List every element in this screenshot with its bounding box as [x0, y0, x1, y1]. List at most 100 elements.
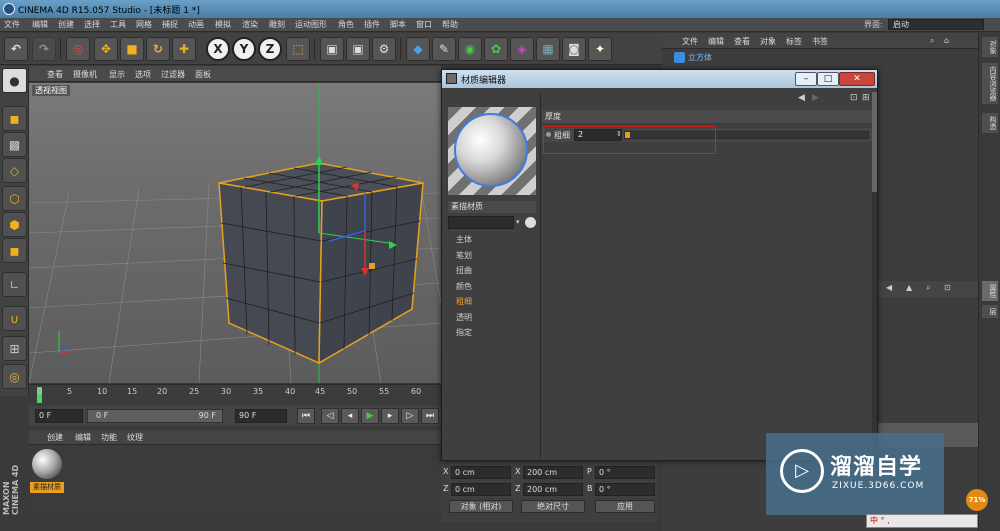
redo-icon[interactable]: ↷: [32, 37, 56, 61]
menu-file[interactable]: 文件: [4, 19, 20, 30]
material-thumbnail-label[interactable]: 素描材质: [30, 482, 64, 493]
frame-range-slider[interactable]: 0 F 90 F: [87, 409, 223, 423]
menu-tools[interactable]: 工具: [110, 19, 126, 30]
om-menu-edit[interactable]: 编辑: [708, 36, 724, 47]
render-picture-viewer-icon[interactable]: ▣: [346, 37, 370, 61]
coord-mode-dropdown[interactable]: 对象 (相对): [449, 500, 513, 513]
menu-create[interactable]: 创建: [58, 19, 74, 30]
rotation-b-field[interactable]: 0 °: [595, 483, 655, 496]
cloner-icon[interactable]: ✿: [484, 37, 508, 61]
lock-icon[interactable]: ⊡: [850, 93, 858, 103]
start-frame-field[interactable]: 0 F: [35, 409, 83, 423]
viewport-menu-options[interactable]: 选项: [135, 69, 151, 80]
material-name-input[interactable]: [448, 216, 514, 229]
cube-object-icon[interactable]: ◆: [406, 37, 430, 61]
dialog-scrollbar[interactable]: [872, 92, 877, 458]
menu-script[interactable]: 脚本: [390, 19, 406, 30]
scrollbar-thumb[interactable]: [872, 92, 877, 192]
cube-object[interactable]: [218, 162, 424, 365]
floor-icon[interactable]: ▦: [536, 37, 560, 61]
scale-icon[interactable]: ■: [120, 37, 144, 61]
channel-body[interactable]: 主体: [456, 234, 538, 250]
go-to-end-icon[interactable]: ⏭: [421, 408, 439, 424]
axis-mode-icon[interactable]: ∟: [2, 272, 27, 297]
usage-badge[interactable]: 71%: [966, 489, 988, 511]
end-frame-field[interactable]: 90 F: [235, 409, 287, 423]
position-x-field[interactable]: 0 cm: [451, 466, 511, 479]
apply-button[interactable]: 应用: [595, 500, 655, 513]
channel-transparency[interactable]: 透明: [456, 312, 538, 328]
live-select-icon[interactable]: ◎: [66, 37, 90, 61]
light-icon[interactable]: ✦: [588, 37, 612, 61]
om-menu-file[interactable]: 文件: [682, 36, 698, 47]
channel-color[interactable]: 颜色: [456, 281, 538, 297]
timeline-ruler[interactable]: 0 5 10 15 20 25 30 35 40 45 50 55 60: [29, 384, 441, 406]
tab-attributes[interactable]: 属性: [982, 281, 998, 301]
menu-simulate[interactable]: 模拟: [215, 19, 231, 30]
om-search-icon[interactable]: ⌕: [930, 36, 934, 46]
texture-mode-icon[interactable]: ▩: [2, 132, 27, 157]
menu-snap[interactable]: 捕捉: [162, 19, 178, 30]
model-mode-icon[interactable]: ◼: [2, 106, 27, 131]
camera-icon[interactable]: ◙: [562, 37, 586, 61]
size-x-field[interactable]: 200 cm: [523, 466, 583, 479]
mat-menu-function[interactable]: 功能: [101, 432, 117, 443]
menu-render[interactable]: 渲染: [242, 19, 258, 30]
layout-select[interactable]: 启动: [888, 19, 984, 30]
polygons-mode-icon[interactable]: ◼: [2, 238, 27, 263]
menu-animate[interactable]: 动画: [188, 19, 204, 30]
tab-content-browser[interactable]: 内容浏览器: [982, 63, 998, 104]
viewport-menu-display[interactable]: 显示: [109, 69, 125, 80]
viewport-menu-panel[interactable]: 面板: [195, 69, 211, 80]
menu-plugins[interactable]: 插件: [364, 19, 380, 30]
minimize-button[interactable]: –: [795, 72, 817, 86]
viewport-menu-view[interactable]: 查看: [47, 69, 63, 80]
play-icon[interactable]: ▶: [361, 408, 379, 424]
viewport-menu-camera[interactable]: 摄像机: [73, 69, 97, 80]
om-menu-bookmark[interactable]: 书签: [812, 36, 828, 47]
object-name[interactable]: 立方体: [688, 52, 712, 63]
material-picker-icon[interactable]: [525, 217, 536, 228]
nav-forward-icon[interactable]: ▶: [812, 93, 819, 103]
next-key-icon[interactable]: ▷: [401, 408, 419, 424]
menu-select[interactable]: 选择: [84, 19, 100, 30]
rotation-p-field[interactable]: 0 °: [595, 466, 655, 479]
go-to-start-icon[interactable]: ⏮: [297, 408, 315, 424]
coordinate-system-icon[interactable]: ⬚: [286, 37, 310, 61]
tab-structure[interactable]: 构造: [982, 113, 998, 133]
mat-menu-create[interactable]: 创建: [47, 432, 63, 443]
mat-menu-texture[interactable]: 纹理: [127, 432, 143, 443]
rotate-icon[interactable]: ↻: [146, 37, 170, 61]
tab-layers[interactable]: 层: [982, 305, 998, 318]
spline-pen-icon[interactable]: ✎: [432, 37, 456, 61]
channel-thickness[interactable]: 粗细: [456, 296, 538, 312]
x-axis-lock-button[interactable]: X: [206, 37, 230, 61]
thickness-group-header[interactable]: 厚度: [542, 110, 872, 123]
size-mode-dropdown[interactable]: 绝对尺寸: [521, 500, 585, 513]
menu-character[interactable]: 角色: [338, 19, 354, 30]
snap-magnet-icon[interactable]: ∪: [2, 306, 27, 331]
menu-mograph[interactable]: 运动图形: [295, 19, 327, 30]
undo-icon[interactable]: ↶: [4, 37, 28, 61]
position-z-field[interactable]: 0 cm: [451, 483, 511, 496]
mat-menu-edit[interactable]: 编辑: [75, 432, 91, 443]
subdivision-surface-icon[interactable]: ◉: [458, 37, 482, 61]
sketch-material-thumbnail[interactable]: [32, 449, 62, 479]
prev-frame-icon[interactable]: ◂: [341, 408, 359, 424]
back-arrow-icon[interactable]: ◀: [886, 283, 892, 292]
render-settings-icon[interactable]: ⚙: [372, 37, 396, 61]
menu-edit[interactable]: 编辑: [32, 19, 48, 30]
planar-workplane-icon[interactable]: ◎: [2, 364, 27, 389]
maximize-button[interactable]: □: [817, 72, 839, 86]
y-axis-lock-button[interactable]: Y: [232, 37, 256, 61]
search-icon[interactable]: ⌕: [926, 283, 930, 293]
workplane-mode-icon[interactable]: ◇: [2, 158, 27, 183]
z-axis-lock-button[interactable]: Z: [258, 37, 282, 61]
om-menu-view[interactable]: 查看: [734, 36, 750, 47]
menu-sculpt[interactable]: 雕刻: [269, 19, 285, 30]
deformer-icon[interactable]: ◈: [510, 37, 534, 61]
menu-help[interactable]: 帮助: [442, 19, 458, 30]
close-button[interactable]: ✕: [839, 72, 875, 86]
render-view-icon[interactable]: ▣: [320, 37, 344, 61]
up-arrow-icon[interactable]: ▲: [906, 283, 912, 292]
